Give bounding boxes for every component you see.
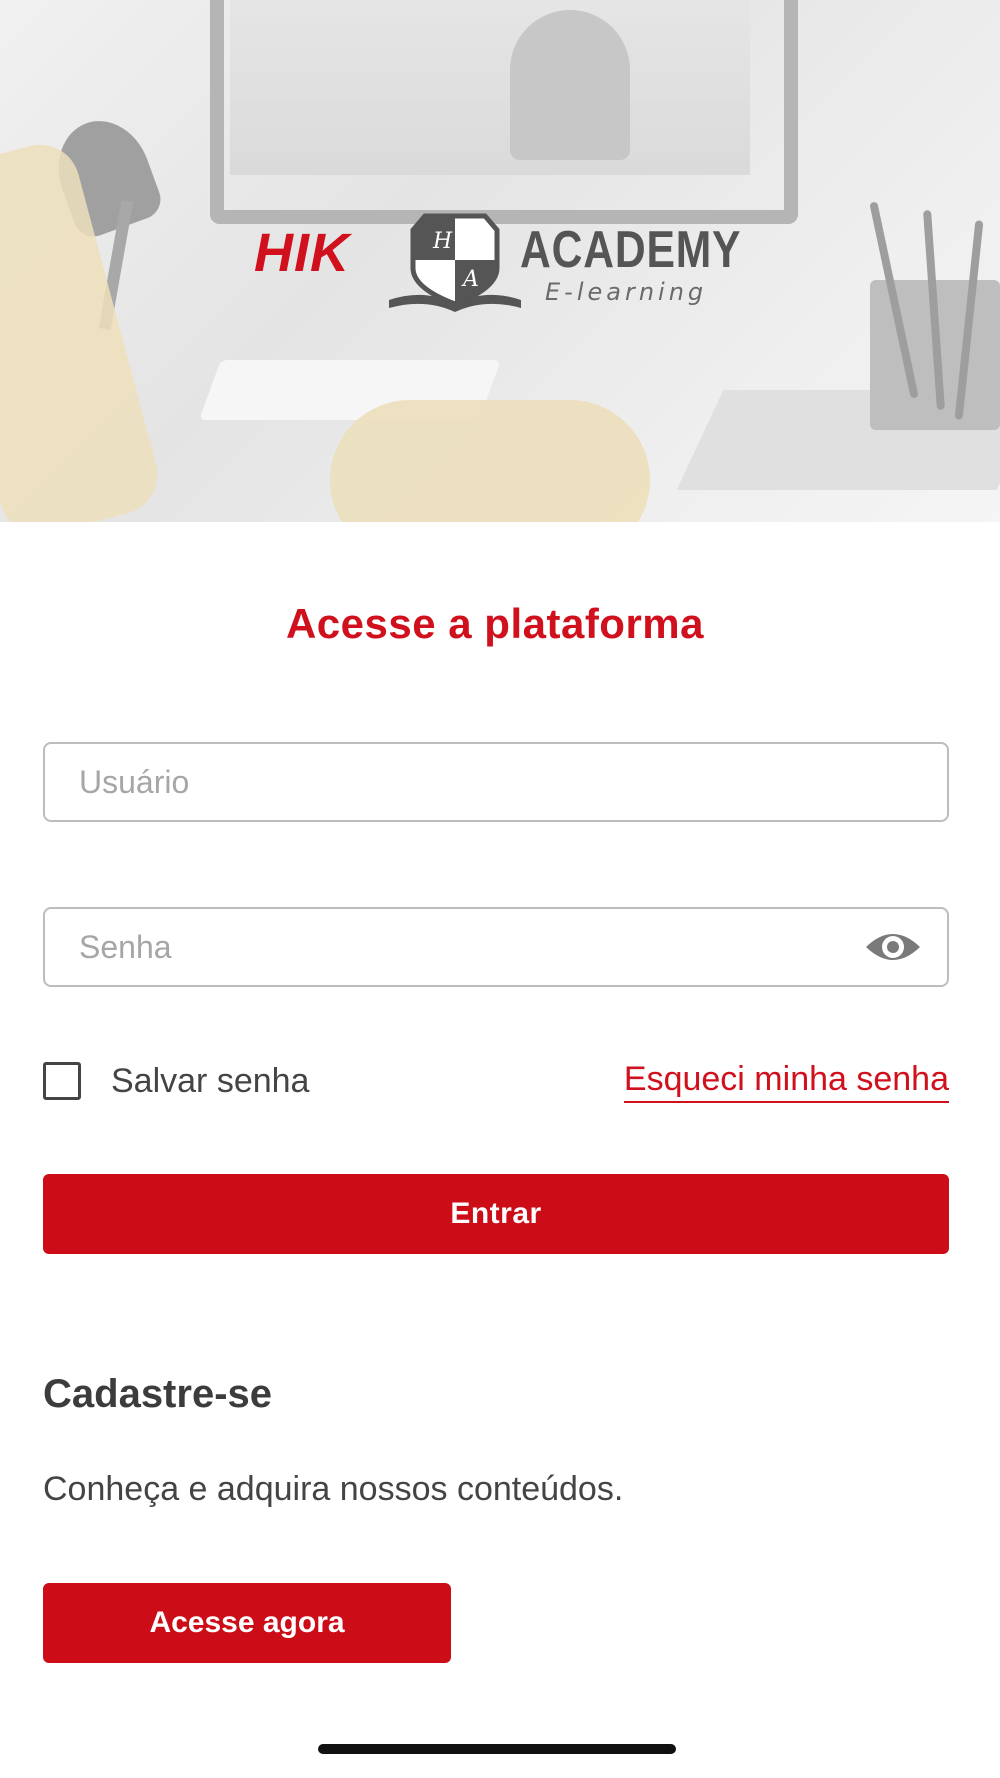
- eye-icon[interactable]: [863, 925, 923, 969]
- username-input[interactable]: [45, 744, 947, 820]
- password-input[interactable]: [45, 909, 947, 985]
- password-field[interactable]: [43, 907, 949, 987]
- signup-description: Conheça e adquira nossos conteúdos.: [43, 1470, 624, 1508]
- hik-academy-logo: HIK H A ACADEMY E-learning: [250, 200, 750, 320]
- crest-letter: A: [461, 267, 479, 292]
- hero-banner: HIK H A ACADEMY E-learning: [0, 0, 1000, 522]
- forgot-password-link[interactable]: Esqueci minha senha: [623, 1060, 949, 1103]
- signup-title: Cadastre-se: [43, 1372, 273, 1416]
- access-now-button[interactable]: Acesse agora: [43, 1583, 451, 1663]
- logo-tagline: E-learning: [545, 278, 708, 306]
- remember-checkbox[interactable]: [43, 1062, 81, 1100]
- crest-icon: H A: [389, 213, 521, 312]
- logo-name: ACADEMY: [520, 221, 742, 279]
- home-indicator: [318, 1744, 676, 1754]
- username-field[interactable]: [43, 742, 949, 822]
- login-title: Acesse a plataforma: [285, 600, 705, 647]
- crest-letter: H: [432, 229, 453, 254]
- login-button[interactable]: Entrar: [43, 1174, 949, 1254]
- logo-brand: HIK: [254, 223, 350, 283]
- remember-label: Salvar senha: [111, 1061, 310, 1100]
- remember-password[interactable]: Salvar senha: [43, 1057, 309, 1105]
- login-screen: HIK H A ACADEMY E-learning Acesse a plat…: [0, 0, 1000, 1778]
